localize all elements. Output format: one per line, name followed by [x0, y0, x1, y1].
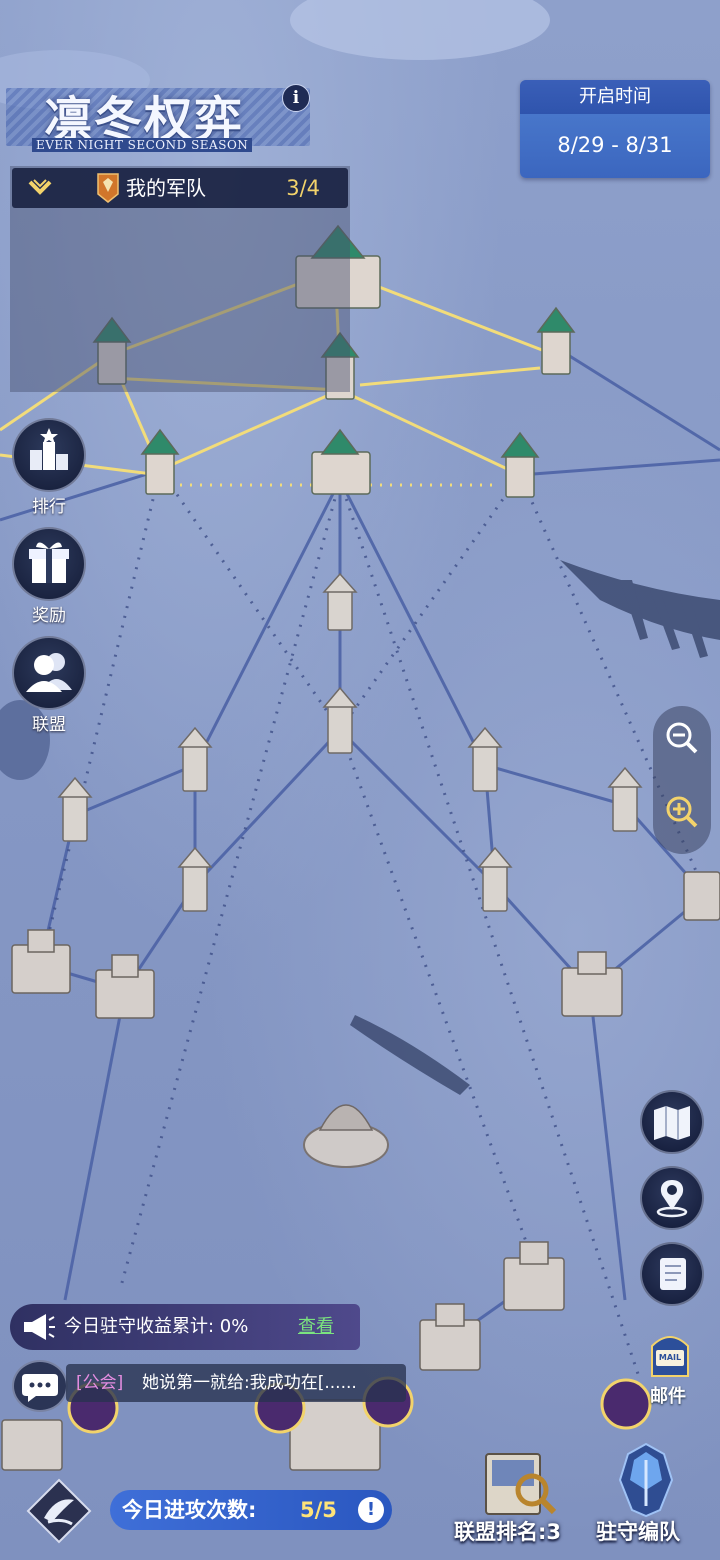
dragon-monument [303, 1104, 389, 1168]
rewards-button[interactable]: 奖励 [12, 527, 86, 626]
map-icon [654, 1106, 690, 1140]
mail-button[interactable]: MAIL [640, 1324, 700, 1384]
garrison-label: 驻守编队 [596, 1520, 680, 1544]
ranking-button[interactable]: 排行 [12, 418, 86, 517]
podium-icon [12, 418, 86, 492]
megaphone-icon [24, 1314, 55, 1340]
rewards-label: 奖励 [32, 606, 66, 626]
zoom-control [653, 706, 711, 854]
army-count: 3/4 [286, 176, 320, 200]
schedule-dates: 8/29 - 8/31 [557, 133, 673, 157]
alliance-label: 联盟 [32, 715, 66, 735]
chat-icon [22, 1374, 58, 1402]
alliance-rank-button[interactable] [480, 1446, 560, 1520]
view-income-link[interactable]: 查看 [298, 1304, 334, 1350]
schedule-panel: 开启时间 8/29 - 8/31 [520, 80, 710, 178]
zoom-out-icon[interactable] [662, 718, 702, 758]
zoom-in-icon[interactable] [662, 792, 702, 832]
gift-icon [12, 527, 86, 601]
chevron-down-icon[interactable] [26, 176, 54, 200]
alert-icon[interactable]: ! [358, 1497, 384, 1523]
alliance-icon [12, 636, 86, 710]
daily-attack-bar: 今日进攻次数: 5/5 ! [110, 1490, 392, 1530]
alliance-rank-label: 联盟排名:3 [454, 1520, 562, 1544]
army-badge-icon [97, 173, 119, 203]
chat-preview[interactable]: [公会] 她说第一就给:我成功在[...... [66, 1364, 406, 1402]
info-icon[interactable]: i [282, 84, 310, 112]
army-label: 我的军队 [126, 176, 206, 200]
chat-button[interactable] [12, 1360, 68, 1412]
location-icon [656, 1180, 688, 1218]
garrison-income-text: 今日驻守收益累计: 0% [64, 1316, 249, 1337]
attack-label: 今日进攻次数: [122, 1498, 257, 1522]
scroll-icon [660, 1258, 686, 1290]
mail-label: 邮件 [650, 1386, 686, 1407]
map-button[interactable] [640, 1090, 704, 1154]
rank-book-icon [485, 1453, 557, 1515]
alliance-button[interactable]: 联盟 [12, 636, 86, 735]
mail-badge-text: MAIL [658, 1353, 682, 1362]
log-button[interactable] [640, 1242, 704, 1306]
chat-message: 她说第一就给:我成功在[...... [142, 1373, 357, 1393]
ranking-label: 排行 [32, 497, 66, 517]
army-bar[interactable]: 我的军队 3/4 [12, 168, 348, 208]
event-title-block: 凛冬权弈 EVER NIGHT SECOND SEASON i [6, 80, 312, 152]
tower-nodes [1, 224, 720, 1471]
event-subtitle: EVER NIGHT SECOND SEASON [32, 138, 253, 152]
chat-channel: [公会] [76, 1373, 124, 1393]
garrison-button[interactable] [608, 1440, 684, 1520]
locate-button[interactable] [640, 1166, 704, 1230]
attack-count: 5/5 [300, 1498, 337, 1522]
schedule-label: 开启时间 [520, 80, 710, 114]
garrison-income-bar: 今日驻守收益累计: 0% 查看 [10, 1304, 360, 1350]
event-logo-icon[interactable] [26, 1478, 92, 1544]
helmet-icon [618, 1442, 674, 1518]
